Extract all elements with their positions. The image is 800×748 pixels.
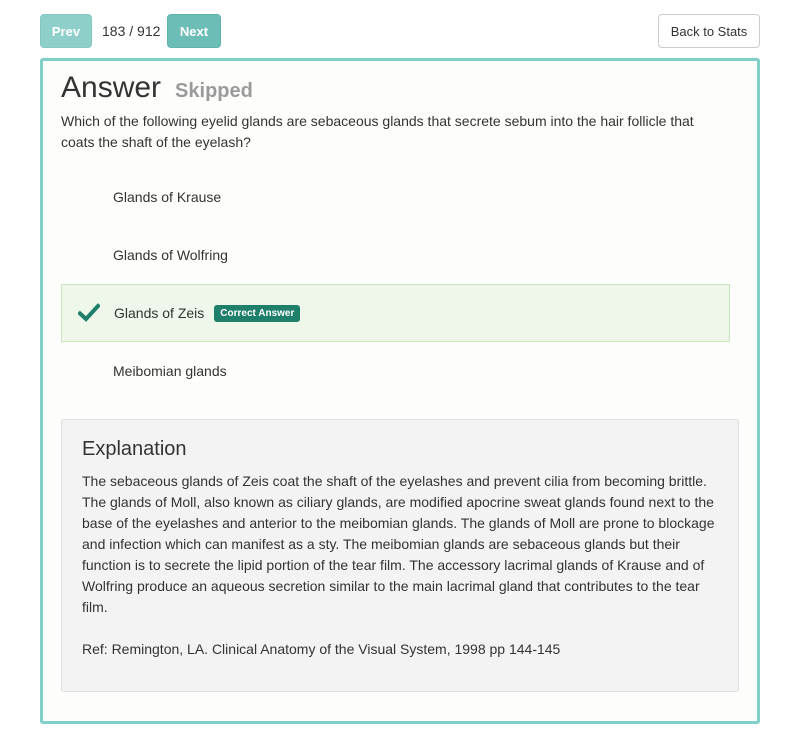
- back-to-stats-button[interactable]: Back to Stats: [658, 14, 760, 48]
- explanation-reference: Ref: Remington, LA. Clinical Anatomy of …: [82, 641, 561, 657]
- option-glands-of-wolfring[interactable]: Glands of Wolfring: [61, 226, 730, 284]
- option-meibomian-glands[interactable]: Meibomian glands: [61, 342, 730, 400]
- next-button[interactable]: Next: [167, 14, 221, 48]
- check-icon: [77, 302, 101, 324]
- option-label: Glands of Krause: [113, 189, 222, 205]
- answer-header: Answer Skipped: [61, 71, 253, 105]
- option-label: Glands of Wolfring: [113, 247, 228, 263]
- navigation-bar: Prev 183 / 912 Next Back to Stats: [0, 0, 800, 58]
- question-text: Which of the following eyelid glands are…: [61, 113, 694, 150]
- explanation-panel: Explanation The sebaceous glands of Zeis…: [61, 419, 739, 692]
- page-title: Answer: [61, 71, 162, 104]
- option-label: Glands of Zeis: [114, 305, 205, 321]
- answer-card: Answer Skipped Which of the following ey…: [40, 58, 760, 724]
- explanation-heading: Explanation: [82, 438, 187, 460]
- explanation-body: The sebaceous glands of Zeis coat the sh…: [82, 473, 715, 615]
- answer-options: Glands of Krause Glands of Wolfring Glan…: [61, 168, 730, 400]
- question-counter: 183 / 912: [102, 23, 161, 39]
- option-glands-of-krause[interactable]: Glands of Krause: [61, 168, 730, 226]
- correct-answer-badge: Correct Answer: [214, 304, 301, 322]
- status-badge: Skipped: [175, 80, 253, 102]
- prev-button[interactable]: Prev: [40, 14, 92, 48]
- option-glands-of-zeis[interactable]: Glands of Zeis Correct Answer: [61, 284, 730, 342]
- option-label: Meibomian glands: [113, 363, 227, 379]
